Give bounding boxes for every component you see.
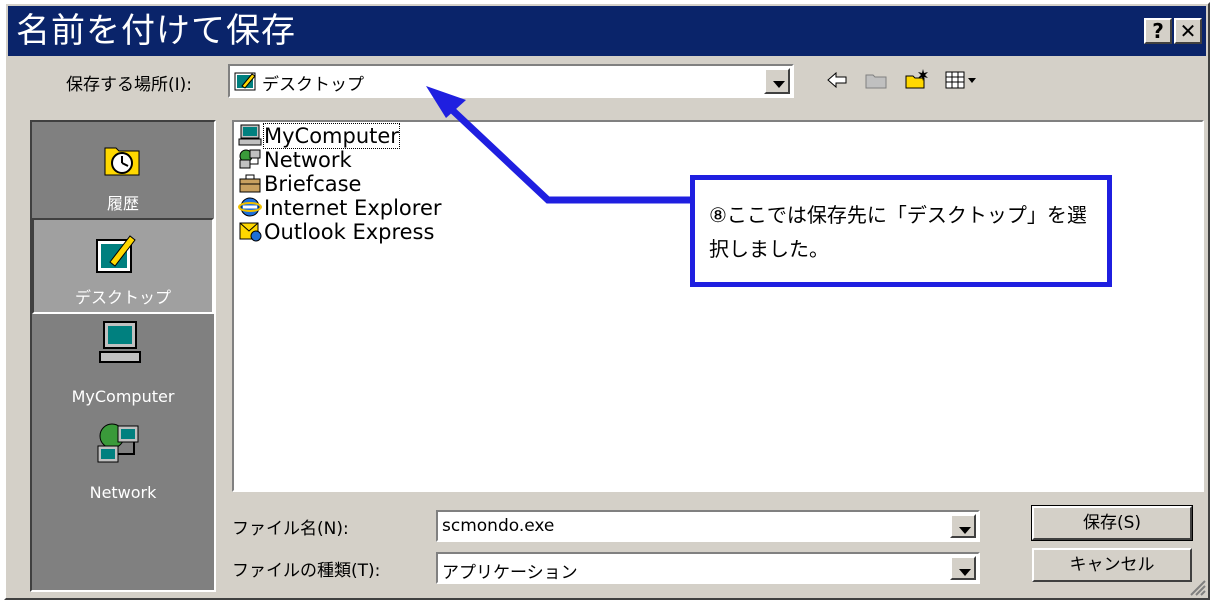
annotation-arrow (426, 86, 690, 204)
annotation-callout: ⑧ここでは保存先に「デスクトップ」を選択しました。 (690, 175, 1112, 287)
